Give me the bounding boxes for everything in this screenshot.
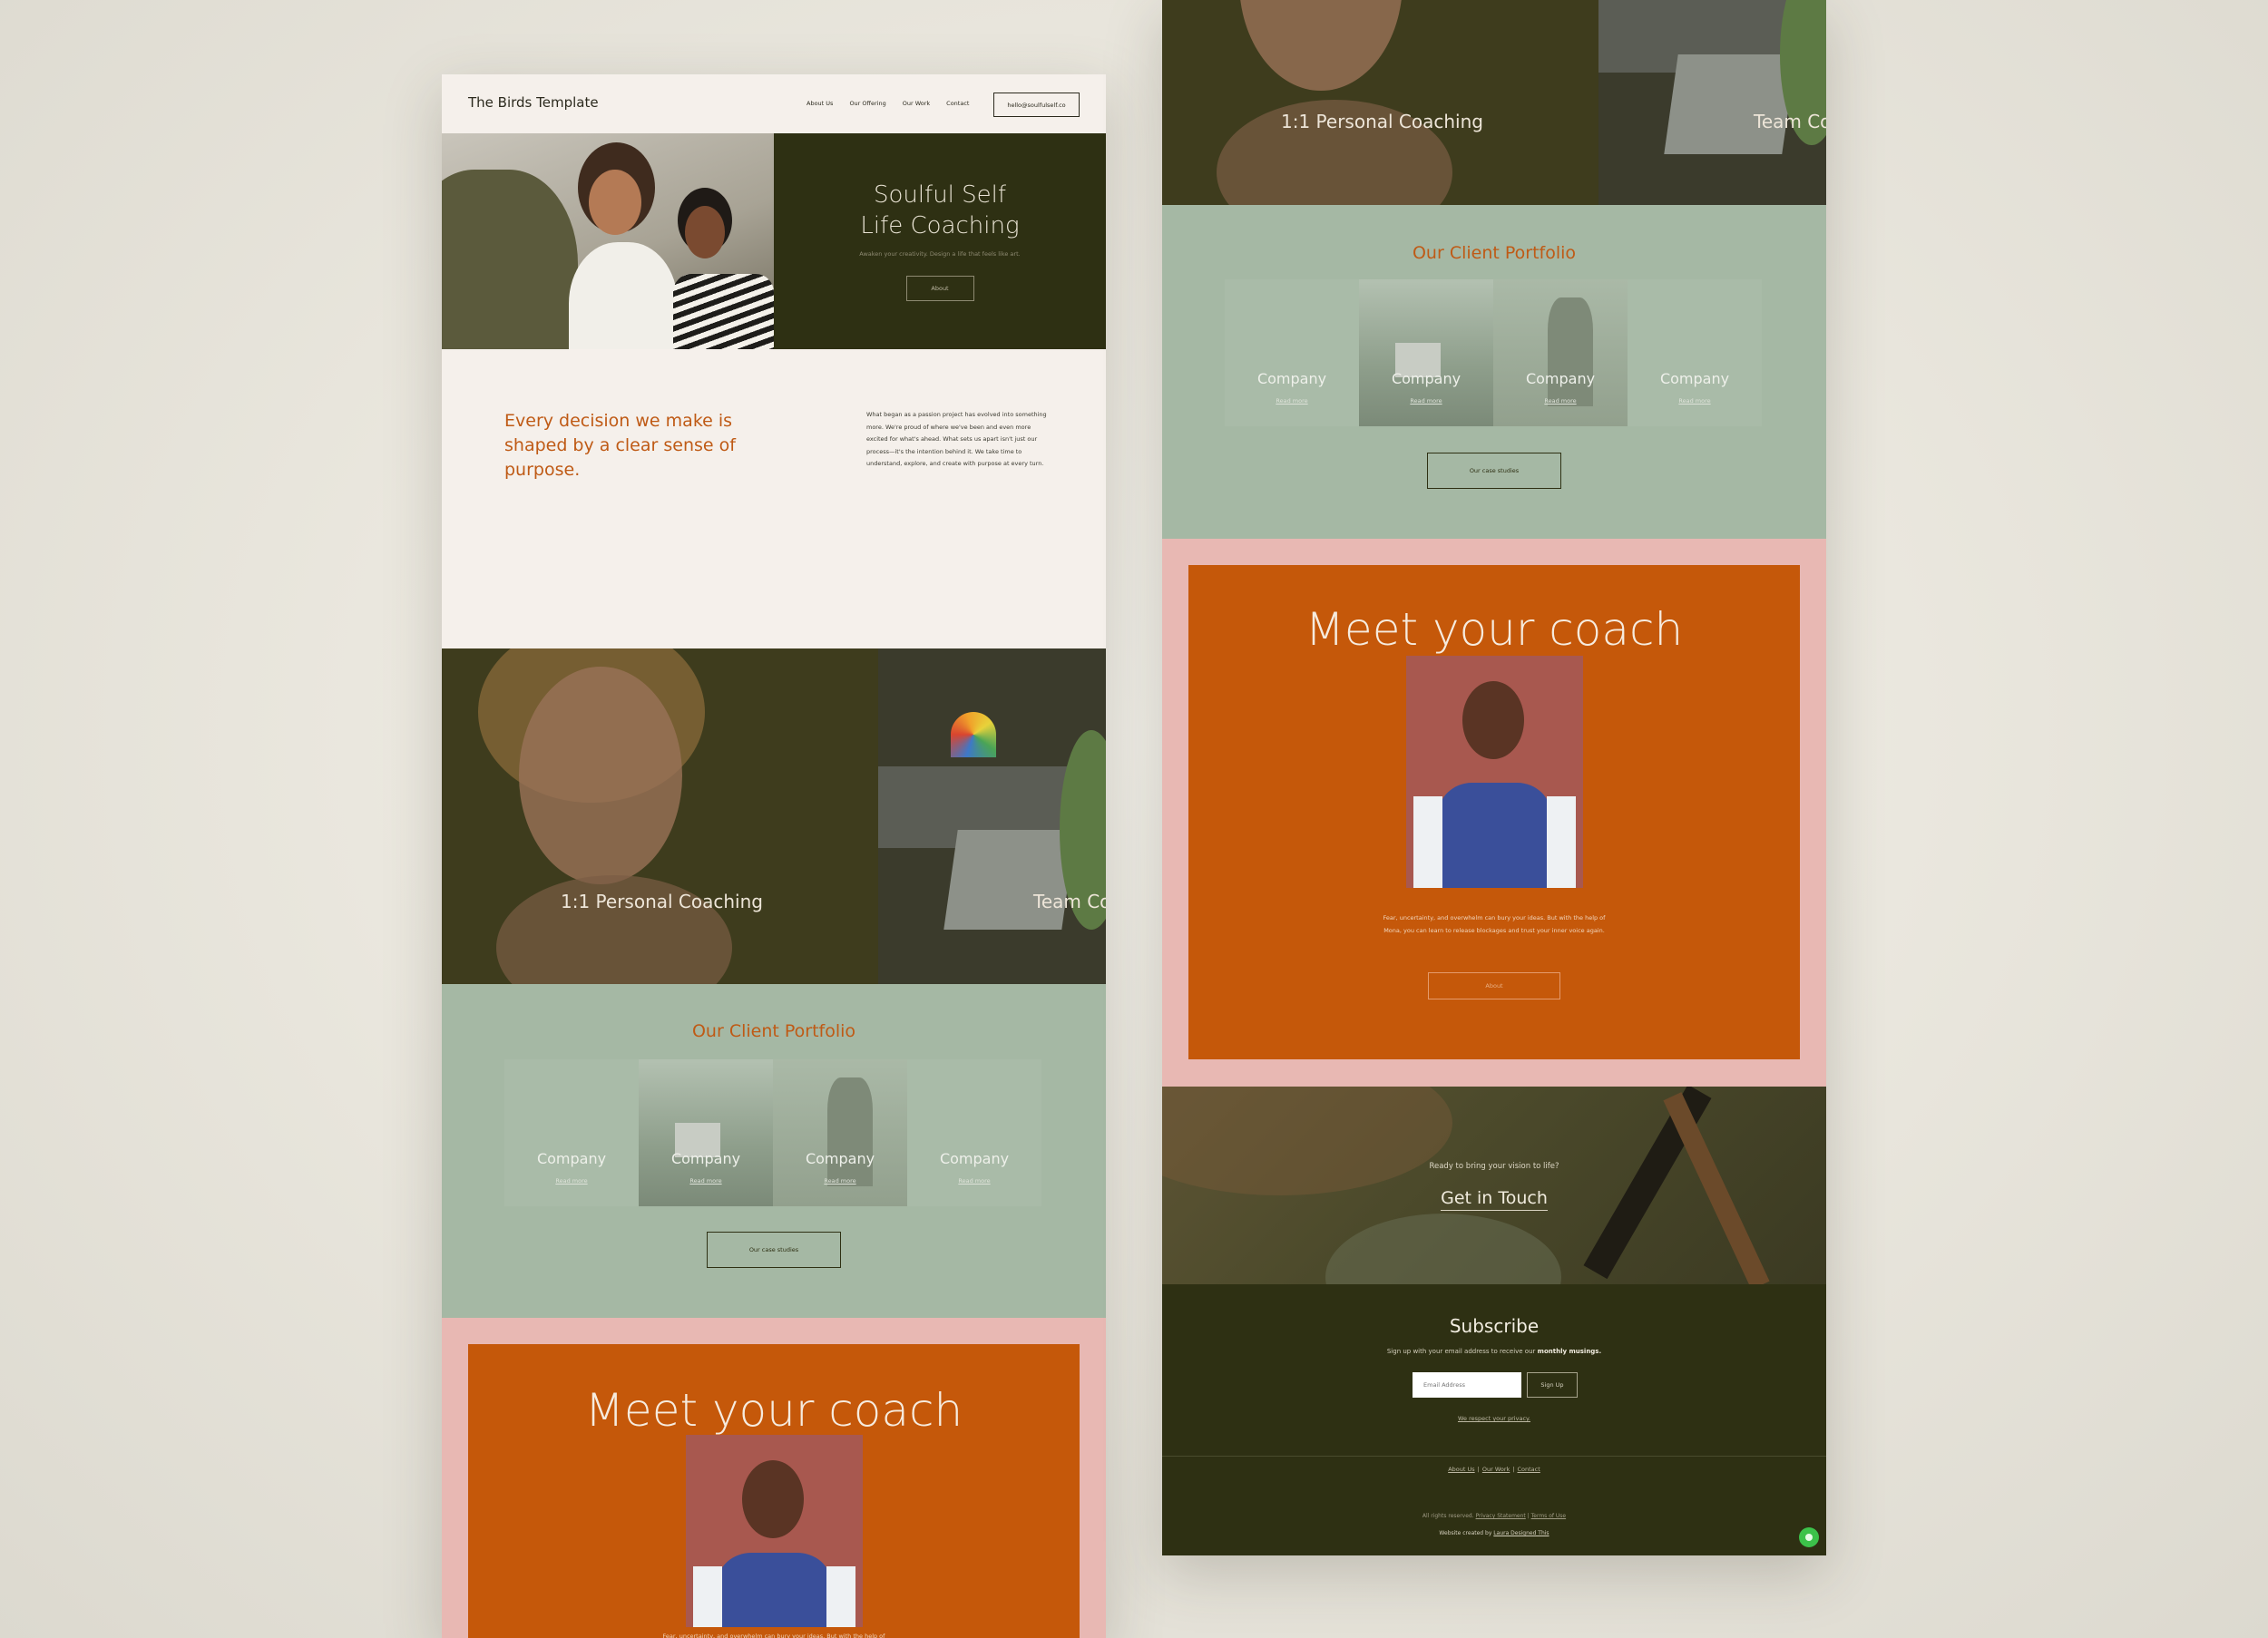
service-personal-tile[interactable]: 1:1 Personal Coaching — [1162, 0, 1598, 205]
coach-photo — [1406, 656, 1583, 888]
portfolio-card-link[interactable]: Read more — [907, 1177, 1041, 1185]
coach-panel: Meet your coach Fear, uncertainty, and o… — [1188, 565, 1800, 1059]
portfolio-title: Our Client Portfolio — [691, 1021, 856, 1041]
hero-photo — [442, 133, 774, 349]
portfolio-card[interactable]: Company Read more — [1225, 279, 1359, 426]
site-logo[interactable]: The Birds Template — [468, 94, 599, 111]
subscribe-text-main: Sign up with your email address to recei… — [1386, 1348, 1536, 1355]
portfolio-card-link[interactable]: Read more — [1493, 397, 1628, 405]
nav-link-work[interactable]: Our Work — [903, 100, 930, 107]
contact-cta: Ready to bring your vision to life? Get … — [1162, 1087, 1826, 1284]
portfolio-card[interactable]: Company Read more — [504, 1059, 639, 1206]
nav-link-offering[interactable]: Our Offering — [849, 100, 885, 107]
service-team-tile[interactable]: Team Coaching — [1598, 0, 1826, 205]
coach-photo — [686, 1435, 863, 1627]
service-personal-tile[interactable]: 1:1 Personal Coaching — [442, 648, 878, 984]
intro-section: Every decision we make is shaped by a cl… — [442, 349, 1106, 648]
portfolio-card-name: Company — [939, 1150, 1010, 1167]
subscribe-text: Sign up with your email address to recei… — [1162, 1348, 1826, 1355]
portfolio-card[interactable]: Company Read more — [639, 1059, 773, 1206]
footer-terms-link[interactable]: Terms of Use — [1531, 1513, 1566, 1519]
service-personal-label: 1:1 Personal Coaching — [1281, 111, 1483, 132]
sign-up-button[interactable]: Sign Up — [1527, 1372, 1578, 1398]
homepage-mockup-right: 1:1 Personal Coaching Team Coaching Our … — [1162, 0, 1826, 1555]
email-input[interactable] — [1413, 1372, 1521, 1398]
portfolio-card-link[interactable]: Read more — [639, 1177, 773, 1185]
portfolio-card-name: Company — [670, 1150, 741, 1167]
hero-about-button[interactable]: About — [905, 276, 974, 301]
nav-link-contact[interactable]: Contact — [946, 100, 969, 107]
service-team-label: Team Coaching — [1754, 111, 1826, 132]
subscribe-text-bold: monthly musings. — [1537, 1348, 1602, 1355]
portfolio-card-name: Company — [1659, 370, 1730, 387]
portfolio-card-link[interactable]: Read more — [773, 1177, 907, 1185]
footer-link-contact[interactable]: Contact — [1517, 1466, 1540, 1473]
cta-main-label: Get in Touch — [1441, 1188, 1548, 1211]
portfolio-card-name: Company — [1256, 370, 1327, 387]
service-personal-label: 1:1 Personal Coaching — [561, 891, 763, 912]
footer-links: About Us | Our Work | Contact — [1448, 1466, 1540, 1473]
portfolio-cards: Company Read more Company Read more Comp… — [504, 1059, 1041, 1206]
privacy-note[interactable]: We respect your privacy. — [1162, 1415, 1826, 1422]
portfolio-card-link[interactable]: Read more — [1628, 397, 1762, 405]
homepage-mockup-left: The Birds Template About Us Our Offering… — [442, 74, 1106, 1638]
footer-credit-link[interactable]: Laura Designed This — [1493, 1530, 1549, 1536]
site-footer: About Us | Our Work | Contact All rights res… — [1162, 1456, 1826, 1555]
portfolio-section: Our Client Portfolio Company Read more C… — [1162, 205, 1826, 539]
coach-section: Meet your coach Fear, uncertainty, and o… — [442, 1318, 1106, 1638]
footer-credit-text: Website created by — [1439, 1530, 1492, 1536]
chat-icon[interactable] — [1799, 1527, 1819, 1547]
portfolio-card[interactable]: Company Read more — [907, 1059, 1041, 1206]
service-team-label: Team Coaching — [1033, 891, 1106, 912]
hero-panel: Soulful Self Life Coaching Awaken your c… — [774, 133, 1106, 349]
nav-link-about[interactable]: About Us — [807, 100, 833, 107]
hero-subtitle: Awaken your creativity. Design a life th… — [859, 250, 1021, 258]
footer-rights-text: All rights reserved. — [1422, 1513, 1474, 1519]
portfolio-card-link[interactable]: Read more — [1359, 397, 1493, 405]
portfolio-card-name: Company — [805, 1150, 875, 1167]
portfolio-title: Our Client Portfolio — [1412, 243, 1577, 263]
portfolio-card-name: Company — [1525, 370, 1596, 387]
site-header: The Birds Template About Us Our Offering… — [442, 74, 1106, 133]
coach-panel: Meet your coach Fear, uncertainty, and o… — [468, 1344, 1080, 1638]
footer-link-about[interactable]: About Us — [1448, 1466, 1474, 1473]
email-button[interactable]: hello@soulfulself.co — [993, 93, 1080, 117]
cta-pretext: Ready to bring your vision to life? — [1429, 1162, 1559, 1171]
footer-credit: Website created by Laura Designed This — [1162, 1530, 1826, 1536]
coach-text: Fear, uncertainty, and overwhelm can bur… — [1383, 914, 1606, 934]
coach-section: Meet your coach Fear, uncertainty, and o… — [1162, 539, 1826, 1087]
subscribe-section: Subscribe Sign up with your email addres… — [1162, 1284, 1826, 1457]
portfolio-card[interactable]: Company Read more — [1628, 279, 1762, 426]
portfolio-card[interactable]: Company Read more — [1359, 279, 1493, 426]
portfolio-card-name: Company — [536, 1150, 607, 1167]
nav-links: About Us Our Offering Our Work Contact — [807, 100, 969, 107]
portfolio-card-name: Company — [1391, 370, 1461, 387]
coach-about-button[interactable]: About — [1428, 972, 1560, 999]
portfolio-card-link[interactable]: Read more — [504, 1177, 639, 1185]
coach-title: Meet your coach — [1305, 603, 1684, 656]
portfolio-cards: Company Read more Company Read more Comp… — [1225, 279, 1762, 426]
coach-text: Fear, uncertainty, and overwhelm can bur… — [662, 1633, 885, 1638]
footer-privacy-link[interactable]: Privacy Statement — [1476, 1513, 1526, 1519]
portfolio-section: Our Client Portfolio Company Read more C… — [442, 984, 1106, 1318]
case-studies-button[interactable]: Our case studies — [707, 1232, 841, 1268]
coach-title: Meet your coach — [584, 1384, 963, 1437]
portfolio-card[interactable]: Company Read more — [773, 1059, 907, 1206]
subscribe-title: Subscribe — [1449, 1315, 1540, 1337]
footer-link-work[interactable]: Our Work — [1482, 1466, 1510, 1473]
intro-heading: Every decision we make is shaped by a cl… — [504, 411, 736, 480]
intro-body: What began as a passion project has evol… — [866, 411, 1047, 467]
portfolio-card-link[interactable]: Read more — [1225, 397, 1359, 405]
footer-rights: All rights reserved. Privacy Statement |… — [1422, 1513, 1567, 1519]
get-in-touch-link[interactable]: Get in Touch — [1162, 1188, 1826, 1211]
portfolio-card[interactable]: Company Read more — [1493, 279, 1628, 426]
case-studies-button[interactable]: Our case studies — [1427, 453, 1561, 489]
service-team-tile[interactable]: Team Coaching — [878, 648, 1106, 984]
hero-title: Soulful Self Life Coaching — [860, 181, 1020, 239]
